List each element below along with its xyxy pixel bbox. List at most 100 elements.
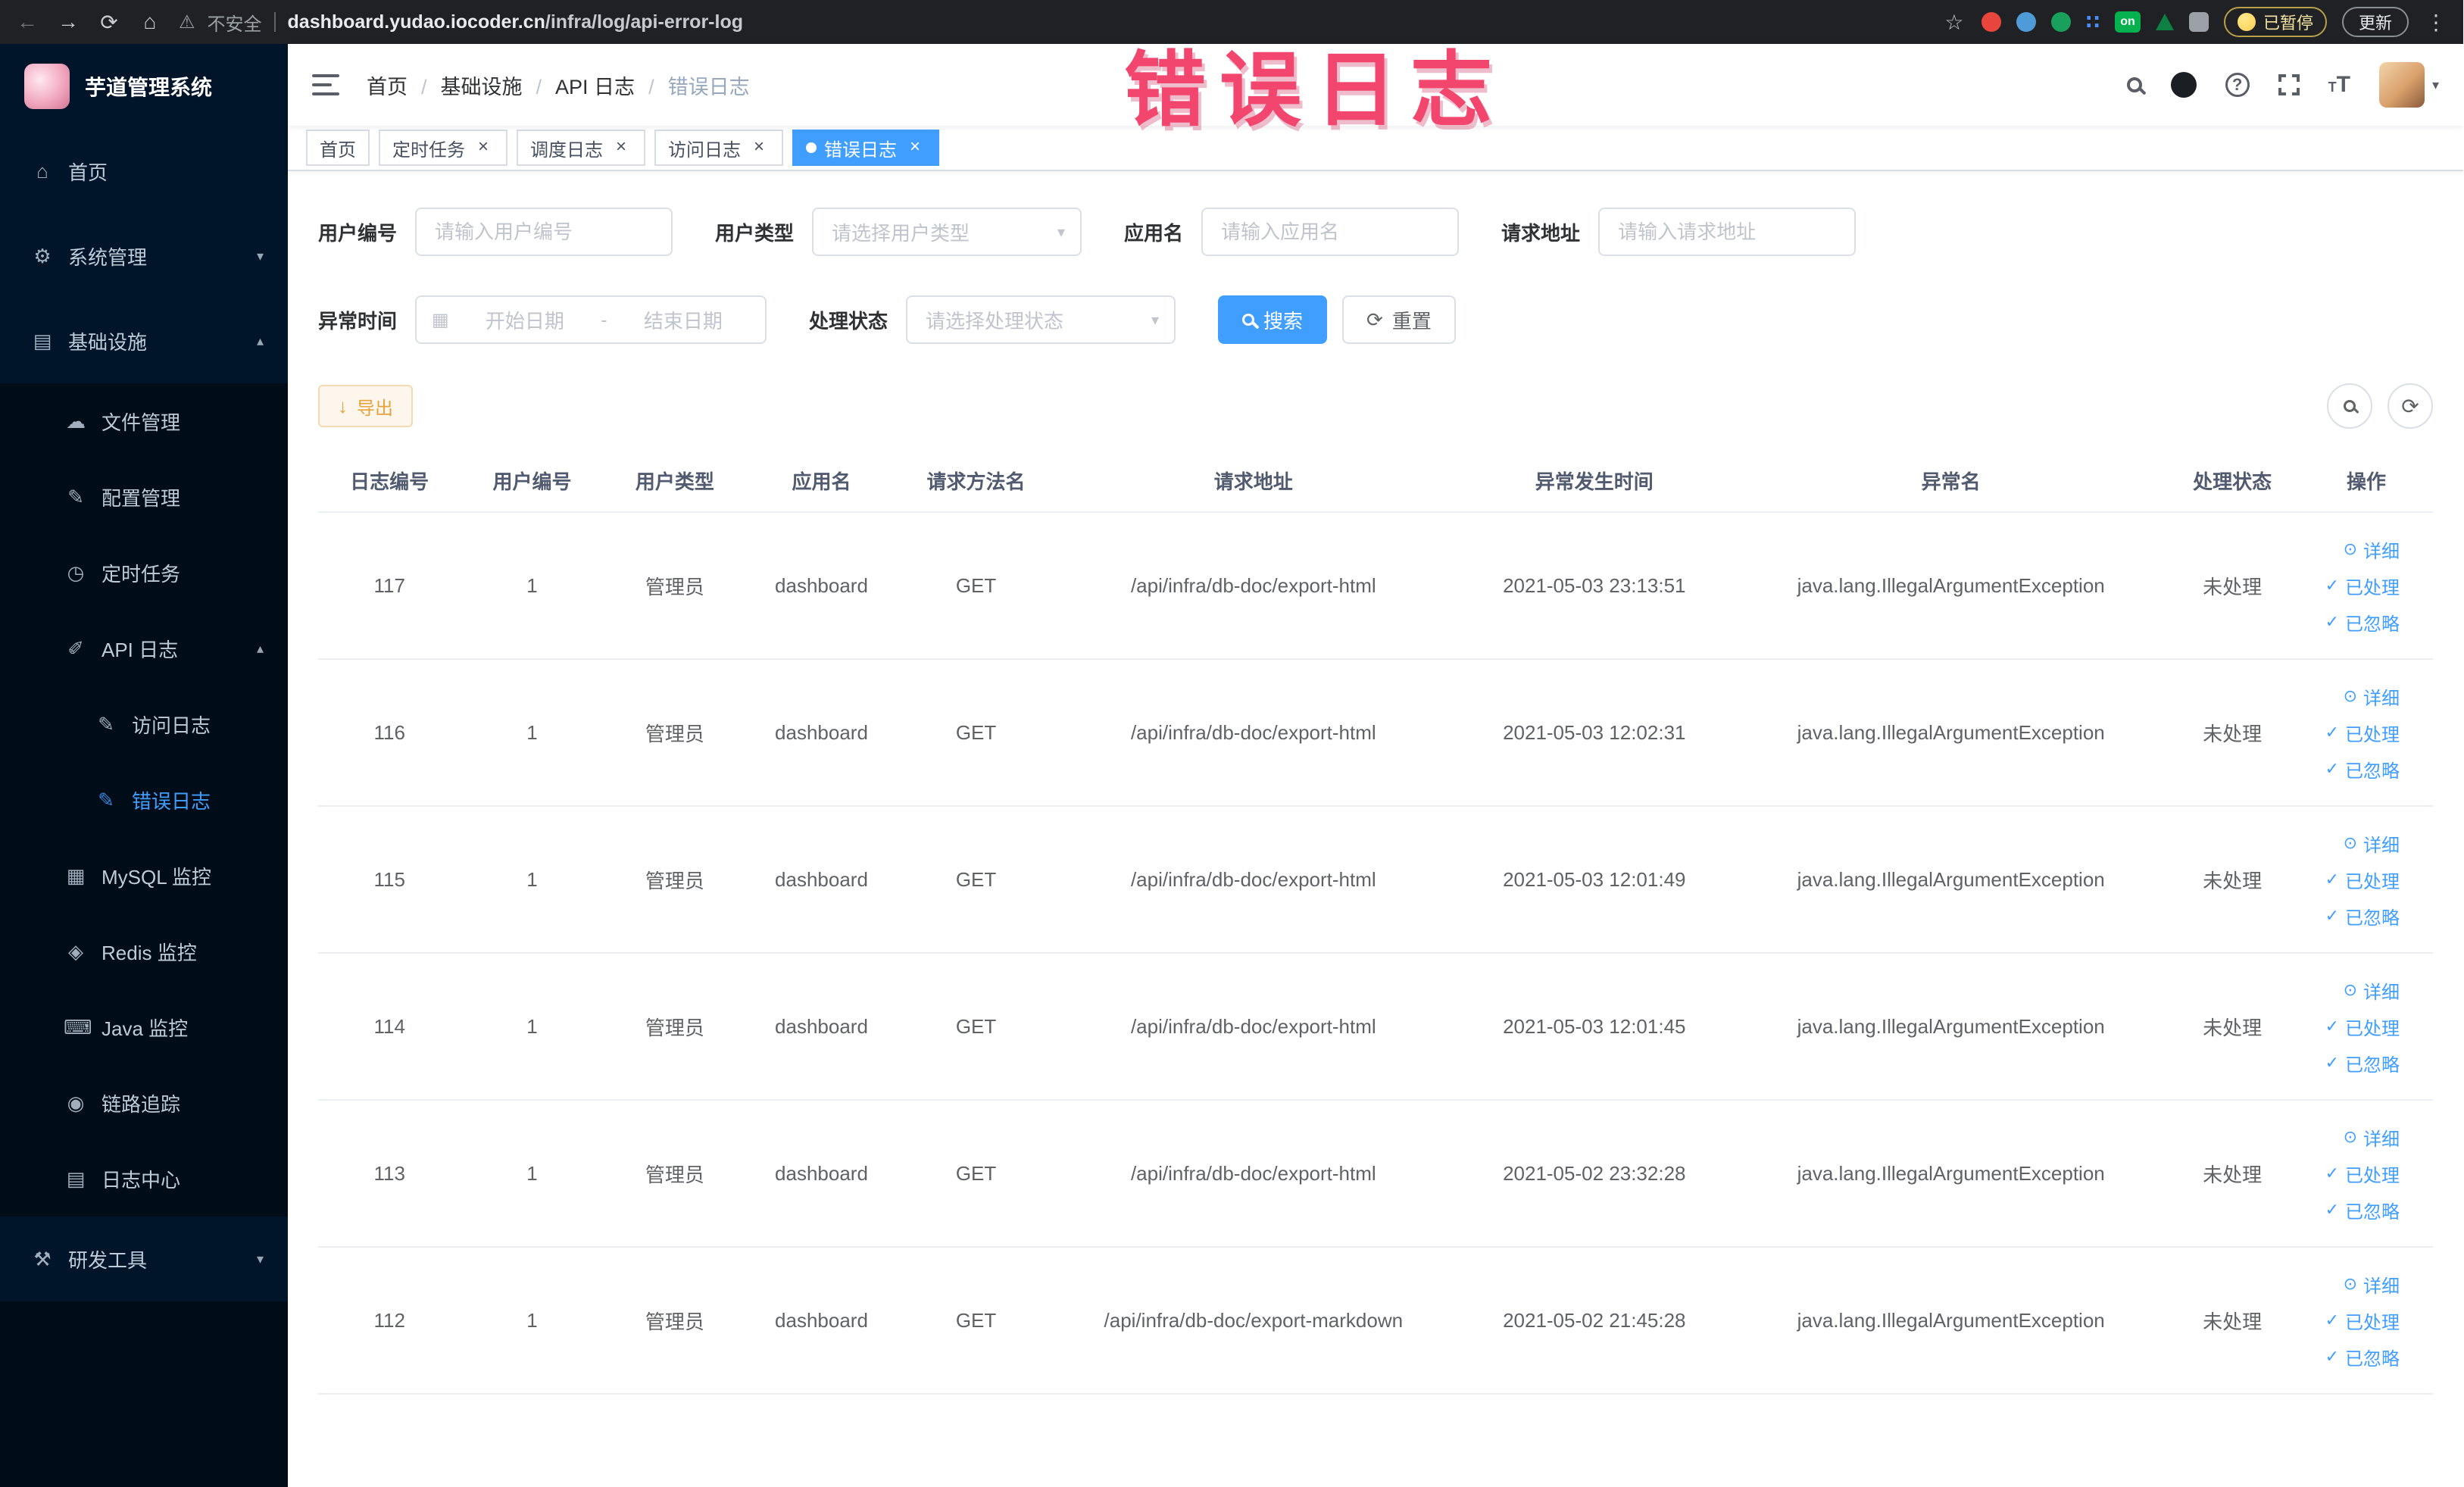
help-icon[interactable]: ? (2225, 73, 2250, 97)
sidebar-item-label: Redis 监控 (101, 941, 197, 964)
processed-link[interactable]: ✓ 已处理 (2306, 861, 2400, 898)
col-status: 处理状态 (2165, 450, 2300, 513)
processed-link[interactable]: ✓ 已处理 (2306, 1302, 2400, 1339)
cell-user-id: 1 (461, 953, 604, 1101)
sidebar-item-label: 文件管理 (101, 411, 181, 434)
sidebar-item-system-management[interactable]: ⚙ 系统管理 ▾ (0, 214, 288, 298)
breadcrumb-api-log[interactable]: API 日志 (555, 70, 668, 100)
tab-label: 调度日志 (530, 139, 603, 161)
paused-badge[interactable]: 已暂停 (2223, 7, 2327, 37)
detail-link[interactable]: ⊙ 详细 (2306, 531, 2400, 567)
close-icon[interactable] (748, 137, 770, 158)
ignored-link[interactable]: ✓ 已忽略 (2306, 1045, 2400, 1081)
extension-tree-icon[interactable] (2155, 14, 2174, 30)
col-user-id: 用户编号 (461, 450, 604, 513)
github-icon[interactable] (2170, 72, 2197, 98)
user-id-input[interactable] (415, 208, 673, 256)
exception-time-range[interactable]: ▦ 开始日期 - 结束日期 (415, 295, 767, 344)
back-icon[interactable]: ← (15, 10, 39, 34)
emoji-face-icon (2237, 13, 2256, 31)
search-button[interactable]: 搜索 (1218, 295, 1328, 344)
app-title: 芋道管理系统 (85, 76, 213, 99)
processed-link[interactable]: ✓ 已处理 (2306, 1008, 2400, 1045)
cell-log-id: 112 (318, 1247, 461, 1395)
reset-button[interactable]: ⟳ 重置 (1342, 295, 1456, 344)
cell-actions: ⊙ 详细 ✓ 已处理 ✓ 已忽略 (2300, 953, 2433, 1101)
sidebar-item-api-log[interactable]: ✐ API 日志 ▴ (0, 611, 288, 686)
col-method: 请求方法名 (896, 450, 1056, 513)
tab-error-log[interactable]: 错误日志 (792, 130, 939, 166)
close-icon[interactable] (904, 137, 926, 158)
processed-link[interactable]: ✓ 已处理 (2306, 1155, 2400, 1192)
reload-icon[interactable]: ⟳ (97, 10, 121, 35)
navbar: 首页 基础设施 API 日志 错误日志 ? TT ▾ (288, 44, 2463, 126)
table-row: 116 1 管理员 dashboard GET /api/infra/db-do… (318, 659, 2433, 807)
sidebar-item-error-log[interactable]: ✎ 错误日志 (0, 762, 288, 838)
collapse-sidebar-icon[interactable] (312, 74, 339, 95)
sidebar-item-redis-monitor[interactable]: ◈ Redis 监控 (0, 914, 288, 989)
detail-link[interactable]: ⊙ 详细 (2306, 972, 2400, 1008)
sidebar-item-label: 首页 (68, 161, 108, 184)
user-type-select[interactable]: 请选择用户类型 ▾ (812, 208, 1082, 256)
search-icon[interactable] (2126, 77, 2142, 92)
sidebar-item-infrastructure[interactable]: ▤ 基础设施 ▴ (0, 298, 288, 383)
sidebar-item-access-log[interactable]: ✎ 访问日志 (0, 686, 288, 762)
processed-link[interactable]: ✓ 已处理 (2306, 567, 2400, 604)
toggle-search-button[interactable] (2327, 383, 2372, 429)
avatar-image (2378, 62, 2425, 108)
ignored-link[interactable]: ✓ 已忽略 (2306, 898, 2400, 934)
browser-home-icon[interactable]: ⌂ (138, 10, 162, 34)
tab-home[interactable]: 首页 (306, 130, 370, 166)
detail-link[interactable]: ⊙ 详细 (2306, 678, 2400, 714)
bookmark-star-icon[interactable]: ☆ (1942, 10, 1966, 35)
detail-link-label: 详细 (2363, 835, 2400, 856)
extension-on-icon[interactable]: on (2114, 11, 2141, 33)
sidebar-item-trace[interactable]: ◉ 链路追踪 (0, 1065, 288, 1141)
cell-app-name: dashboard (746, 1100, 897, 1248)
refresh-table-button[interactable]: ⟳ (2387, 383, 2433, 429)
ignored-link[interactable]: ✓ 已忽略 (2306, 751, 2400, 787)
app-logo-row[interactable]: 芋道管理系统 (0, 44, 288, 129)
ignored-link[interactable]: ✓ 已忽略 (2306, 1192, 2400, 1228)
fullscreen-icon[interactable] (2276, 73, 2301, 97)
address-bar[interactable]: ⚠ 不安全 dashboard.yudao.iocoder.cn/infra/l… (179, 9, 1925, 36)
detail-link[interactable]: ⊙ 详细 (2306, 825, 2400, 861)
close-icon[interactable] (473, 137, 494, 158)
breadcrumb-infrastructure[interactable]: 基础设施 (441, 70, 556, 100)
sidebar-item-scheduled-tasks[interactable]: ◷ 定时任务 (0, 535, 288, 611)
app-name-input[interactable] (1201, 208, 1460, 256)
tab-label: 定时任务 (392, 139, 465, 161)
sidebar-item-home[interactable]: ⌂ 首页 (0, 129, 288, 214)
tab-scheduled-tasks[interactable]: 定时任务 (379, 130, 507, 166)
extension-green-icon[interactable] (2050, 12, 2071, 32)
close-icon[interactable] (611, 137, 632, 158)
browser-menu-icon[interactable]: ⋮ (2424, 10, 2448, 35)
user-avatar[interactable]: ▾ (2378, 62, 2439, 108)
sidebar-item-mysql-monitor[interactable]: ▦ MySQL 监控 (0, 838, 288, 914)
extension-blue-icon[interactable] (2016, 12, 2036, 32)
forward-icon[interactable]: → (56, 10, 80, 34)
ignored-link[interactable]: ✓ 已忽略 (2306, 604, 2400, 640)
update-button[interactable]: 更新 (2341, 7, 2409, 37)
ignored-link[interactable]: ✓ 已忽略 (2306, 1339, 2400, 1375)
sidebar-item-dev-tools[interactable]: ⚒ 研发工具 ▾ (0, 1217, 288, 1301)
process-status-select[interactable]: 请选择处理状态 ▾ (906, 295, 1176, 344)
font-size-icon[interactable]: TT (2328, 73, 2350, 96)
extension-puzzle-icon[interactable] (2188, 12, 2209, 32)
processed-link[interactable]: ✓ 已处理 (2306, 714, 2400, 751)
sidebar-item-log-center[interactable]: ▤ 日志中心 (0, 1141, 288, 1217)
detail-link[interactable]: ⊙ 详细 (2306, 1119, 2400, 1155)
tab-schedule-log[interactable]: 调度日志 (517, 130, 645, 166)
sidebar-item-file-management[interactable]: ☁ 文件管理 (0, 383, 288, 459)
tab-access-log[interactable]: 访问日志 (654, 130, 783, 166)
sidebar-item-java-monitor[interactable]: ⌨ Java 监控 (0, 989, 288, 1065)
request-url-input[interactable] (1598, 208, 1857, 256)
extension-grid-icon[interactable]: ∷ (2086, 12, 2100, 32)
detail-link[interactable]: ⊙ 详细 (2306, 1266, 2400, 1302)
sidebar-item-label: 链路追踪 (101, 1092, 181, 1116)
cell-status: 未处理 (2165, 659, 2300, 807)
export-button[interactable]: ↓ 导出 (318, 385, 413, 427)
breadcrumb-home[interactable]: 首页 (367, 70, 441, 100)
sidebar-item-config-management[interactable]: ✎ 配置管理 (0, 459, 288, 535)
extension-red-icon[interactable] (1981, 12, 2001, 32)
